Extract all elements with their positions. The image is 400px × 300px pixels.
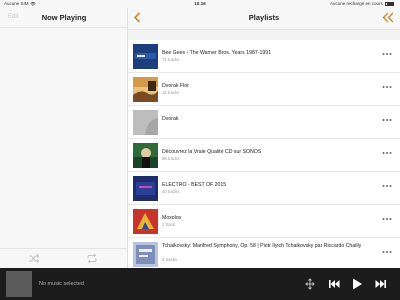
playlist-track-count: 12 tracks <box>162 90 180 95</box>
album-art <box>133 242 158 267</box>
playlists-title: Playlists <box>248 13 280 22</box>
more-options-icon[interactable] <box>382 85 392 89</box>
double-chevron-left-icon[interactable] <box>382 12 394 23</box>
playlist-track-count: 1 track <box>162 222 175 227</box>
playlists-header: Playlists <box>128 8 400 30</box>
more-options-icon[interactable] <box>382 151 392 155</box>
status-bar: Aucune SIM 10:16 Aucune recharge en cour… <box>0 0 400 8</box>
now-playing-panel: Edit Now Playing <box>0 8 128 268</box>
more-options-icon[interactable] <box>382 52 392 56</box>
playlists-panel: Playlists Bee Gees - The Warner Bros. Ye… <box>128 8 400 268</box>
volume-icon[interactable] <box>305 278 315 290</box>
playlist-row[interactable]: Dvorak <box>128 106 400 139</box>
playlist-row[interactable]: Mosolov 1 track <box>128 205 400 238</box>
battery-icon <box>385 1 394 6</box>
playlist-track-count: 40 tracks <box>162 189 180 194</box>
album-art <box>133 77 158 102</box>
playlist-title: Bee Gees - The Warner Bros. Years 1987-1… <box>162 50 271 56</box>
playlist-row[interactable]: Découvrez la Vraie Qualité CD sur SONOS … <box>128 139 400 172</box>
charge-text: Aucune recharge en cours <box>329 1 383 6</box>
more-options-icon[interactable] <box>382 184 392 188</box>
album-art <box>133 44 158 69</box>
playlist-title: ELECTRO - BEST OF 2015 <box>162 182 227 188</box>
shuffle-icon[interactable] <box>28 254 40 263</box>
playlist-track-count: 71 tracks <box>162 57 180 62</box>
more-options-icon[interactable] <box>382 217 392 221</box>
playlist-title: Dvorak <box>162 116 179 122</box>
playlist-track-count: 4 tracks <box>162 257 178 262</box>
player-status: No music selected <box>39 281 84 287</box>
list-top-spacer <box>128 30 400 40</box>
repeat-icon[interactable] <box>86 254 98 263</box>
playlist-row[interactable]: Bee Gees - The Warner Bros. Years 1987-1… <box>128 40 400 73</box>
playlist-title: Tchaikovsky: Manfred Symphony, Op. 58 | … <box>162 243 362 249</box>
play-icon[interactable] <box>351 278 363 290</box>
playlist-track-count: 35 tracks <box>162 156 180 161</box>
album-art <box>133 209 158 234</box>
playlist-title: Mosolov <box>162 215 182 221</box>
album-art <box>133 110 158 135</box>
playlist-title: Dvorak Flor <box>162 83 189 89</box>
playlist-row[interactable]: Tchaikovsky: Manfred Symphony, Op. 58 | … <box>128 238 400 268</box>
album-art <box>133 176 158 201</box>
more-options-icon[interactable] <box>382 250 392 254</box>
playlist-row[interactable]: ELECTRO - BEST OF 2015 40 tracks <box>128 172 400 205</box>
charge-status: Aucune recharge en cours <box>330 1 394 6</box>
playlist-title: Découvrez la Vraie Qualité CD sur SONOS <box>162 149 262 155</box>
more-options-icon[interactable] <box>382 118 392 122</box>
playlist-row[interactable]: Dvorak Flor 12 tracks <box>128 73 400 106</box>
now-playing-header: Edit Now Playing <box>0 8 128 28</box>
queue-controls <box>0 248 128 268</box>
album-art <box>133 143 158 168</box>
next-icon[interactable] <box>375 278 387 290</box>
current-track-art[interactable] <box>6 271 32 297</box>
now-playing-title: Now Playing <box>41 13 87 22</box>
player-bar: No music selected <box>0 268 400 300</box>
previous-icon[interactable] <box>328 278 340 290</box>
